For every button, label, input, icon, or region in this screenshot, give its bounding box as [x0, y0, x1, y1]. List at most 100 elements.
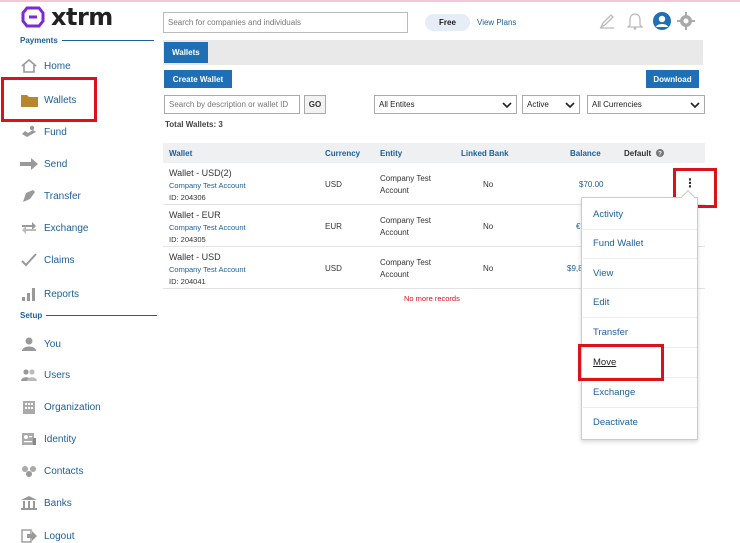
sidebar-item-send[interactable]: Send [20, 153, 67, 175]
create-wallet-button[interactable]: Create Wallet [164, 70, 232, 88]
sidebar-item-users[interactable]: Users [20, 364, 70, 386]
sidebar-item-label: Fund [44, 126, 67, 138]
menu-item-deactivate[interactable]: Deactivate [583, 407, 697, 437]
exchange-icon [20, 220, 38, 236]
sidebar-item-claims[interactable]: Claims [20, 249, 75, 271]
menu-item-fund-wallet[interactable]: Fund Wallet [583, 229, 697, 259]
sidebar-item-fund[interactable]: Fund [20, 121, 67, 143]
setup-heading-label: Setup [20, 311, 43, 320]
entity-select[interactable]: All Entites [374, 95, 517, 114]
menu-item-activity[interactable]: Activity [583, 200, 697, 230]
total-wallets-count: Total Wallets: 3 [165, 120, 223, 129]
status-select-value: Active [527, 100, 549, 109]
column-header-currency[interactable]: Currency [325, 149, 360, 158]
column-header-wallet[interactable]: Wallet [169, 149, 192, 158]
menu-item-view[interactable]: View [583, 259, 697, 289]
transfer-icon [20, 188, 38, 204]
wallet-name[interactable]: Wallet - EUR [169, 210, 221, 220]
column-header-entity[interactable]: Entity [380, 149, 402, 158]
help-icon[interactable]: ? [656, 149, 665, 157]
avatar-icon[interactable] [653, 12, 671, 32]
sidebar-item-label: Exchange [44, 222, 89, 234]
payments-heading-label: Payments [20, 36, 58, 45]
global-search-input[interactable]: Search for companies and individuals [163, 12, 408, 33]
svg-text:?: ? [659, 151, 663, 157]
entity-select-value: All Entites [379, 100, 415, 109]
users-icon [20, 367, 38, 383]
wallet-linked-bank: No [483, 264, 494, 273]
column-header-linked-bank[interactable]: Linked Bank [461, 149, 509, 158]
chevron-down-icon [690, 100, 700, 112]
sidebar-item-label: Identity [44, 433, 77, 445]
menu-item-exchange[interactable]: Exchange [583, 378, 697, 408]
status-select[interactable]: Active [522, 95, 580, 114]
sidebar-item-label: Logout [44, 530, 75, 542]
sidebar-item-transfer[interactable]: Transfer [20, 185, 81, 207]
sidebar-item-home[interactable]: Home [20, 55, 71, 77]
wallet-linked-bank: No [483, 222, 494, 231]
wallet-search-input[interactable]: Search by description or wallet ID [164, 95, 300, 114]
sidebar-item-identity[interactable]: Identity [20, 428, 76, 450]
wallet-id: ID: 204305 [169, 235, 206, 244]
download-button[interactable]: Download [646, 70, 699, 88]
sidebar-item-banks[interactable]: Banks [20, 492, 72, 514]
payments-section-heading: Payments [20, 36, 154, 45]
wallet-entity-line1: Company Test [380, 174, 431, 183]
default-header-label: Default [624, 149, 652, 158]
edit-pen-icon[interactable] [598, 12, 616, 32]
wallet-balance[interactable]: € [576, 222, 580, 231]
top-accent-line [0, 0, 740, 2]
send-icon [20, 156, 38, 172]
sidebar-item-reports[interactable]: Reports [20, 283, 79, 305]
wallet-name[interactable]: Wallet - USD [169, 252, 221, 262]
no-more-records-message: No more records [404, 294, 460, 303]
sidebar-item-label: You [44, 338, 61, 350]
sidebar-item-exchange[interactable]: Exchange [20, 217, 88, 239]
sidebar-item-label: Contacts [44, 465, 84, 477]
wallet-entity-line2: Account [380, 228, 409, 237]
brand-logo[interactable]: xtrm [20, 3, 113, 31]
sidebar-item-organization[interactable]: Organization [20, 396, 101, 418]
wallet-entity-line2: Account [380, 186, 409, 195]
move-highlight-box [578, 344, 664, 381]
plan-badge: Free [425, 14, 470, 31]
bar-chart-icon [20, 286, 38, 302]
wallet-name[interactable]: Wallet - USD(2) [169, 168, 232, 178]
sidebar-item-logout[interactable]: Logout [20, 525, 75, 543]
wallet-entity-line2: Account [380, 270, 409, 279]
menu-item-edit[interactable]: Edit [583, 288, 697, 318]
sidebar-item-you[interactable]: You [20, 333, 61, 355]
sidebar-item-label: Reports [44, 288, 80, 300]
sidebar-item-label: Users [44, 369, 71, 381]
wallet-currency: EUR [325, 222, 342, 231]
wallet-currency: USD [325, 264, 342, 273]
tab-wallets[interactable]: Wallets [164, 42, 208, 63]
go-button[interactable]: GO [304, 95, 326, 114]
sidebar-item-label: Banks [44, 497, 72, 509]
fund-icon [20, 124, 38, 140]
xtrm-logo-icon [21, 6, 45, 28]
sidebar-item-contacts[interactable]: Contacts [20, 460, 83, 482]
wallet-linked-bank: No [483, 180, 494, 189]
wallet-entity-line1: Company Test [380, 258, 431, 267]
id-card-icon [20, 431, 38, 447]
bell-icon[interactable] [626, 12, 644, 32]
gear-icon[interactable] [677, 12, 695, 32]
currency-select[interactable]: All Currencies [587, 95, 705, 114]
wallet-account-link[interactable]: Company Test Account [169, 223, 246, 232]
setup-section-heading: Setup [20, 311, 158, 320]
header-icon-bar [598, 12, 695, 32]
sidebar-item-label: Claims [44, 254, 75, 266]
view-plans-link[interactable]: View Plans [477, 18, 516, 27]
home-icon [20, 58, 38, 74]
column-header-balance[interactable]: Balance [570, 149, 601, 158]
sidebar-item-label: Send [44, 158, 68, 170]
wallet-account-link[interactable]: Company Test Account [169, 181, 246, 190]
wallet-actions-menu: Activity Fund Wallet View Edit Transfer … [581, 189, 698, 440]
wallet-account-link[interactable]: Company Test Account [169, 265, 246, 274]
global-search-placeholder: Search for companies and individuals [168, 18, 301, 27]
tab-bar: Wallets [163, 40, 703, 65]
chevron-down-icon [565, 100, 575, 112]
wallet-balance[interactable]: $70.00 [579, 180, 603, 189]
section-divider [61, 40, 154, 41]
